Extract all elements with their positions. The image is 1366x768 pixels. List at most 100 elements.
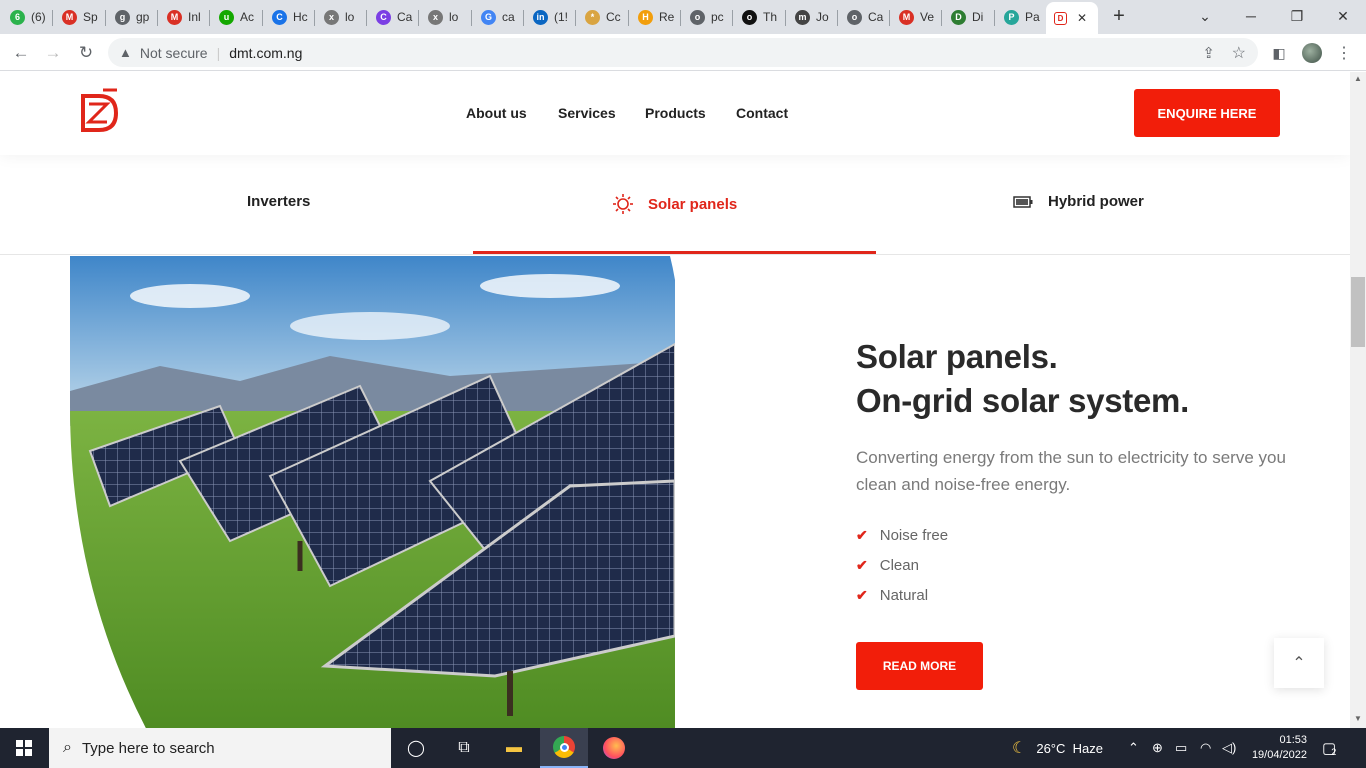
browser-tab[interactable]: M Sp — [54, 4, 102, 30]
file-explorer-icon[interactable]: ▬ — [490, 728, 538, 768]
tab-favicon-icon: o — [847, 9, 862, 25]
hero-title-line1: Solar panels. — [856, 338, 1058, 375]
browser-tab[interactable]: Gca — [473, 4, 521, 30]
hero-description: Converting energy from the sun to electr… — [856, 448, 1286, 494]
web-page: About us Services Products Contact ENQUI… — [0, 72, 1350, 728]
tab-label: Re — [659, 10, 675, 24]
nav-contact[interactable]: Contact — [736, 105, 788, 121]
browser-tab[interactable]: u Ac — [211, 4, 259, 30]
browser-tab[interactable]: C Ca — [368, 4, 416, 30]
back-arrow-icon[interactable]: ← — [8, 40, 34, 66]
tab-hybrid-power[interactable]: Hybrid power — [1013, 193, 1144, 210]
dmt-logo-icon[interactable] — [79, 88, 121, 138]
browser-tab[interactable]: o Ca — [839, 4, 887, 30]
tab-label: Th — [763, 10, 778, 24]
active-tab-underline — [473, 251, 876, 254]
tab-separator — [418, 10, 419, 26]
cortana-icon[interactable]: ◯ — [392, 728, 440, 768]
browser-tab[interactable]: o Th — [734, 4, 782, 30]
volume-icon[interactable]: ◁) — [1222, 728, 1236, 768]
firefox-icon[interactable] — [590, 728, 638, 768]
browser-tab[interactable]: m Jo — [787, 4, 835, 30]
browser-menu-icon[interactable]: ⋮ — [1331, 40, 1357, 66]
browser-tab[interactable]: x lo — [316, 4, 364, 30]
tab-inverters-label: Inverters — [247, 193, 311, 210]
scroll-down-arrow-icon[interactable]: ▼ — [1354, 714, 1362, 723]
tab-separator — [994, 10, 995, 26]
browser-tab-active[interactable]: D ✕ — [1046, 2, 1098, 34]
wifi-icon[interactable]: ◠ — [1200, 728, 1211, 768]
site-header: About us Services Products Contact ENQUI… — [0, 72, 1350, 155]
nav-about-us[interactable]: About us — [466, 105, 527, 121]
scrollbar-thumb[interactable] — [1351, 277, 1365, 347]
feature-label: Noise free — [879, 527, 949, 544]
product-tabs: Inverters Solar panels Hybrid power — [0, 155, 1350, 255]
tab-inverters[interactable]: Inverters — [247, 193, 310, 210]
browser-tab[interactable]: in (1! — [525, 4, 573, 30]
task-view-icon[interactable]: ⧉ — [440, 728, 488, 768]
tab-favicon-icon: P — [1004, 9, 1019, 25]
forward-arrow-icon[interactable]: → — [40, 40, 66, 66]
close-tab-icon[interactable]: ✕ — [1077, 11, 1087, 25]
tab-separator — [471, 10, 472, 26]
back-to-top-button[interactable]: ⌃ — [1274, 638, 1324, 688]
tab-favicon-icon: G — [481, 9, 496, 25]
browser-tab[interactable]: P Pa — [996, 4, 1044, 30]
browser-tab[interactable]: 6 (6) — [2, 4, 50, 30]
tab-search-button[interactable]: ⌄ — [1182, 0, 1228, 32]
tab-separator — [575, 10, 576, 26]
browser-tab[interactable]: * Cc — [577, 4, 625, 30]
tab-label: Pa — [1025, 10, 1040, 24]
clock[interactable]: 01:53 19/04/2022 — [1247, 728, 1307, 768]
search-icon: ⌕ — [63, 739, 72, 756]
browser-tab[interactable]: M Ve — [891, 4, 939, 30]
close-window-button[interactable]: ✕ — [1320, 0, 1366, 32]
tab-label: lo — [345, 10, 355, 24]
browser-tab[interactable]: H Re — [630, 4, 678, 30]
browser-tab[interactable]: M Inl — [159, 4, 207, 30]
tab-separator — [105, 10, 106, 26]
read-more-button[interactable]: READ MORE — [856, 642, 983, 690]
bookmark-star-icon[interactable]: ☆ — [1232, 43, 1246, 63]
nav-products[interactable]: Products — [645, 105, 706, 121]
tab-favicon-icon: o — [690, 9, 705, 25]
chrome-icon[interactable] — [540, 728, 588, 768]
browser-tab[interactable]: g gp — [107, 4, 155, 30]
share-icon[interactable]: ⇪ — [1202, 44, 1215, 62]
page-scrollbar[interactable]: ▲ ▼ — [1350, 72, 1366, 728]
browser-tab[interactable]: x lo — [420, 4, 468, 30]
clock-time: 01:53 — [1279, 734, 1307, 746]
search-placeholder: Type here to search — [81, 739, 215, 757]
weather-widget[interactable]: ☾ 26°C Haze — [1012, 728, 1103, 768]
browser-tab[interactable]: o pc — [682, 4, 730, 30]
browser-tab[interactable]: C Hc — [264, 4, 312, 30]
side-panel-icon[interactable]: ◧ — [1266, 40, 1292, 66]
security-label[interactable]: Not secure — [140, 45, 208, 61]
notification-center-icon[interactable]: ▢ 2 — [1322, 728, 1336, 768]
tab-separator — [785, 10, 786, 26]
scroll-up-arrow-icon[interactable]: ▲ — [1354, 74, 1362, 83]
network-status-icon[interactable]: ⊕ — [1152, 728, 1163, 768]
nav-services[interactable]: Services — [558, 105, 616, 121]
reload-icon[interactable]: ↻ — [73, 40, 99, 66]
browser-tab-strip: 6 (6) M Sp g gp M Inl u Ac C Hc x lo C Ca x lo Gca in (1! * Cc… — [0, 0, 1366, 34]
maximize-button[interactable]: ❐ — [1274, 0, 1320, 32]
enquire-button[interactable]: ENQUIRE HERE — [1134, 89, 1280, 137]
tab-label: Ca — [868, 10, 884, 24]
minimize-button[interactable]: ─ — [1228, 0, 1274, 32]
new-tab-button[interactable]: + — [1098, 0, 1140, 32]
tab-solar-panels[interactable]: Solar panels — [612, 193, 737, 215]
windows-start-icon[interactable] — [0, 728, 48, 768]
url-text[interactable]: dmt.com.ng — [229, 45, 302, 61]
profile-avatar[interactable] — [1299, 40, 1325, 66]
taskbar-search-box[interactable]: ⌕ Type here to search — [49, 728, 391, 768]
show-hidden-icons-chevron-icon[interactable]: ⌃ — [1128, 728, 1139, 768]
warning-icon[interactable]: ▲ — [119, 45, 132, 60]
url-divider: | — [216, 44, 221, 61]
tab-separator — [209, 10, 210, 26]
address-bar[interactable]: ▲ Not secure | dmt.com.ng ⇪ ☆ — [108, 38, 1258, 67]
browser-tab[interactable]: D Di — [943, 4, 991, 30]
battery-tray-icon[interactable]: ▭ — [1175, 728, 1187, 768]
tab-label: Ac — [240, 10, 255, 24]
tab-favicon-icon: m — [795, 9, 810, 25]
